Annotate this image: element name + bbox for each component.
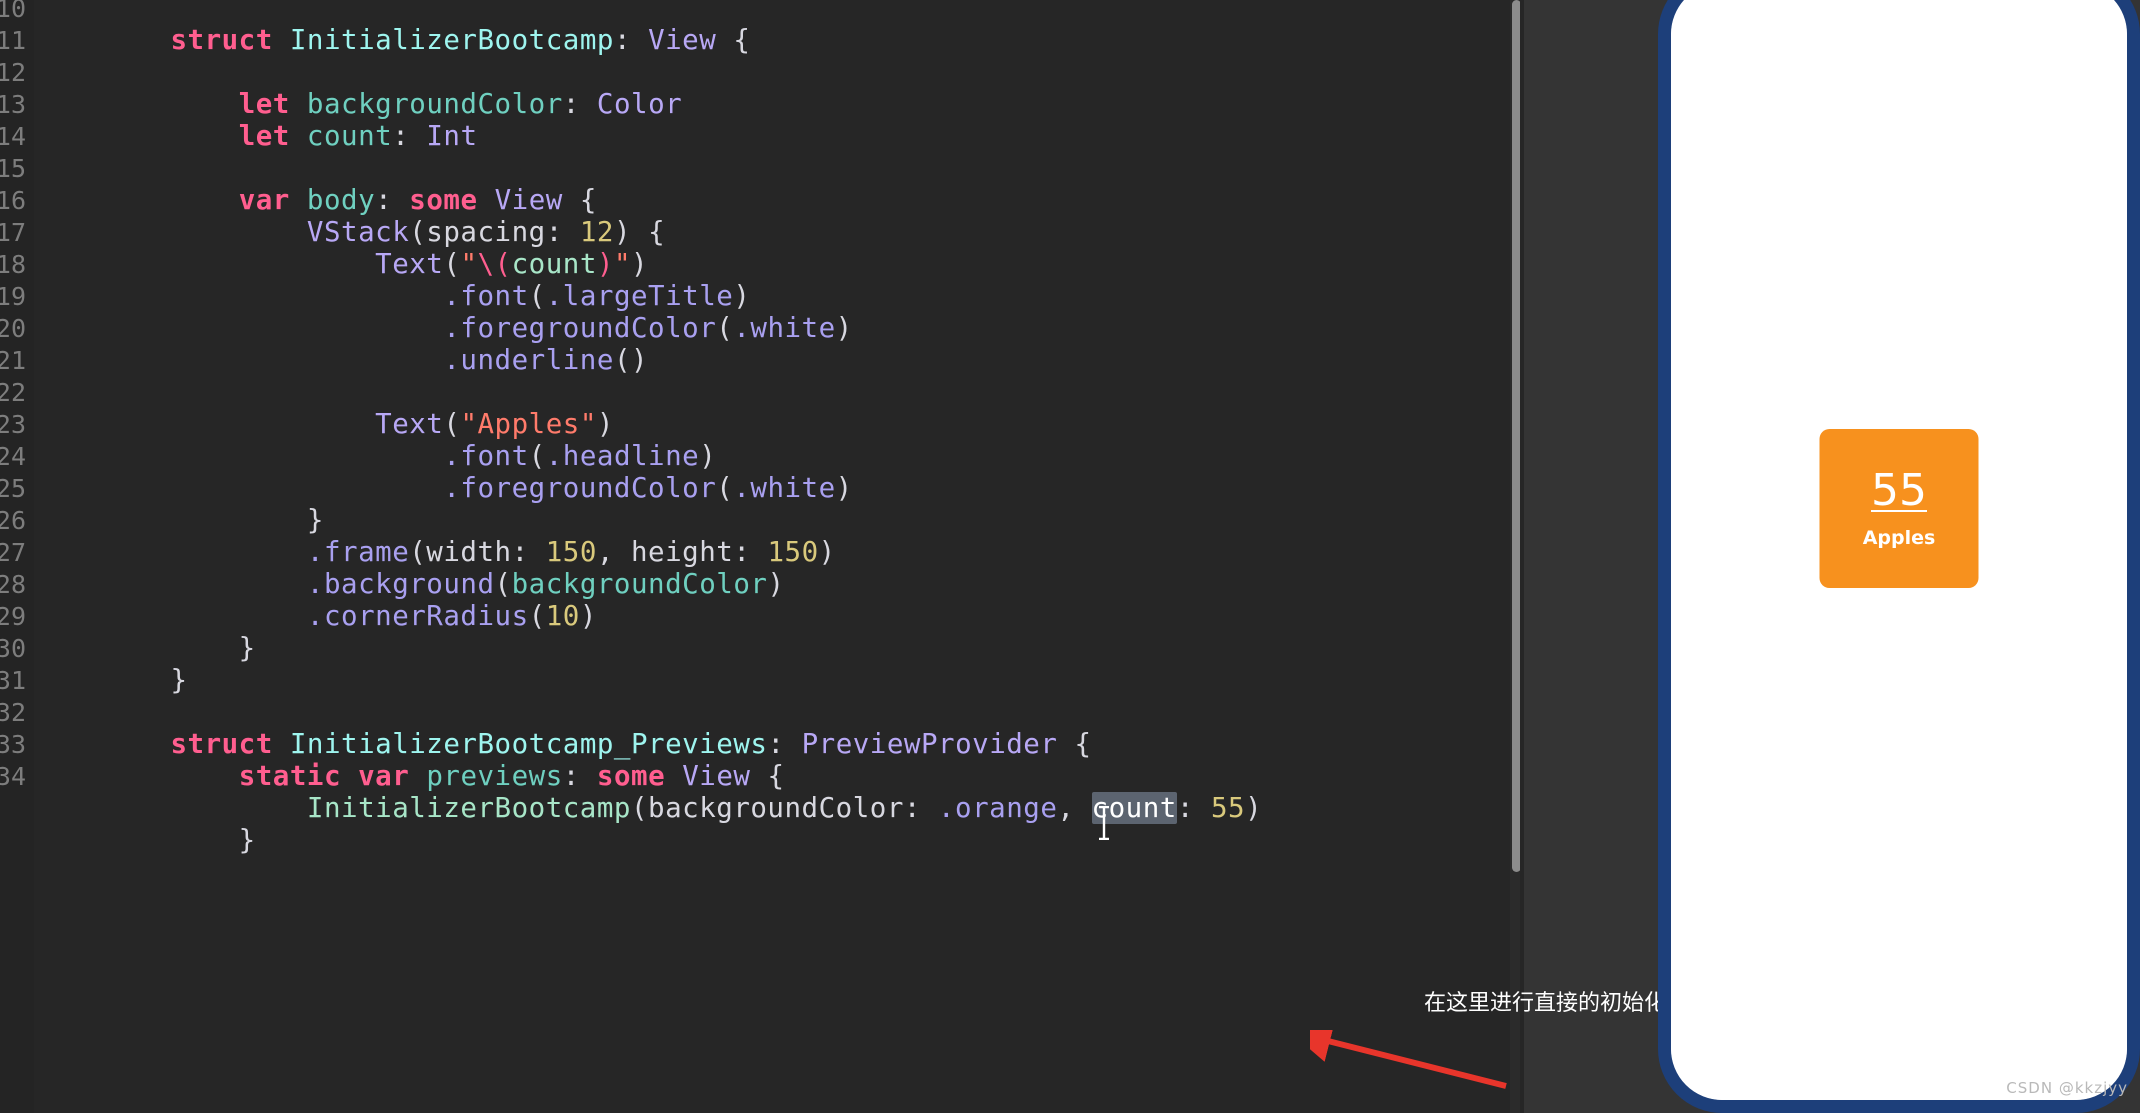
token-member: .white (733, 312, 836, 344)
line-number: 11 (0, 26, 26, 55)
token-method: .cornerRadius (306, 600, 529, 632)
line-number: 29 (0, 602, 26, 631)
line-number: 12 (0, 58, 26, 87)
line-number: 17 (0, 218, 26, 247)
line-number: 23 (0, 410, 26, 439)
line-number: 28 (0, 570, 26, 599)
editor-scrollbar-thumb[interactable] (1512, 0, 1520, 872)
token-type: Int (426, 120, 478, 152)
line-number: 16 (0, 186, 26, 215)
code-text-area[interactable]: struct InitializerBootcamp: View { let b… (34, 0, 1520, 1113)
line-number: 31 (0, 666, 26, 695)
line-number: 27 (0, 538, 26, 567)
line-number: 26 (0, 506, 26, 535)
device-screen[interactable]: 55 Apples (1671, 0, 2127, 1100)
line-number: 22 (0, 378, 26, 407)
line-number: 13 (0, 90, 26, 119)
line-number: 33 (0, 730, 26, 759)
line-number: 21 (0, 346, 26, 375)
apples-count-card[interactable]: 55 Apples (1819, 429, 1979, 588)
card-count-text: 55 (1871, 464, 1927, 516)
line-number: 25 (0, 474, 26, 503)
line-number: 18 (0, 250, 26, 279)
token-keyword: struct (170, 24, 273, 56)
token-keyword: let (238, 120, 290, 152)
token-type: Color (596, 88, 683, 120)
line-number: 30 (0, 634, 26, 663)
card-label-text: Apples (1862, 526, 1936, 549)
device-preview-frame[interactable]: 55 Apples (1658, 0, 2140, 1113)
line-number: 14 (0, 122, 26, 151)
token-method: .foregroundColor (443, 472, 717, 504)
token-number: 10 (545, 600, 580, 632)
line-number: 10 (0, 0, 26, 23)
annotation-label: 在这里进行直接的初始化 (1424, 991, 1667, 1016)
line-number: 34 (0, 762, 26, 791)
token-member: .orange (938, 792, 1058, 824)
token-method: .underline (443, 344, 614, 376)
token-number: 55 (1210, 792, 1246, 824)
text-ibeam-cursor (1099, 806, 1109, 840)
code-line[interactable]: } (34, 792, 256, 888)
token-type: PreviewProvider (801, 728, 1058, 760)
line-number: 15 (0, 154, 26, 183)
token-property: count (306, 120, 393, 152)
screen-root: 10 11 12 13 14 15 16 17 18 19 20 21 22 2… (0, 0, 2140, 1113)
code-editor[interactable]: 10 11 12 13 14 15 16 17 18 19 20 21 22 2… (0, 0, 1520, 1113)
token-type: View (648, 24, 717, 56)
line-number: 32 (0, 698, 26, 727)
line-number: 24 (0, 442, 26, 471)
line-number: 20 (0, 314, 26, 343)
line-number-gutter: 10 11 12 13 14 15 16 17 18 19 20 21 22 2… (0, 0, 34, 1113)
token-member: .white (733, 472, 836, 504)
watermark-text: CSDN @kkzjyy (2006, 1079, 2128, 1097)
token-type: InitializerBootcamp (289, 24, 614, 56)
token-type: InitializerBootcamp (306, 792, 631, 824)
line-number: 19 (0, 282, 26, 311)
annotation-arrow-icon (1310, 1030, 1507, 1089)
